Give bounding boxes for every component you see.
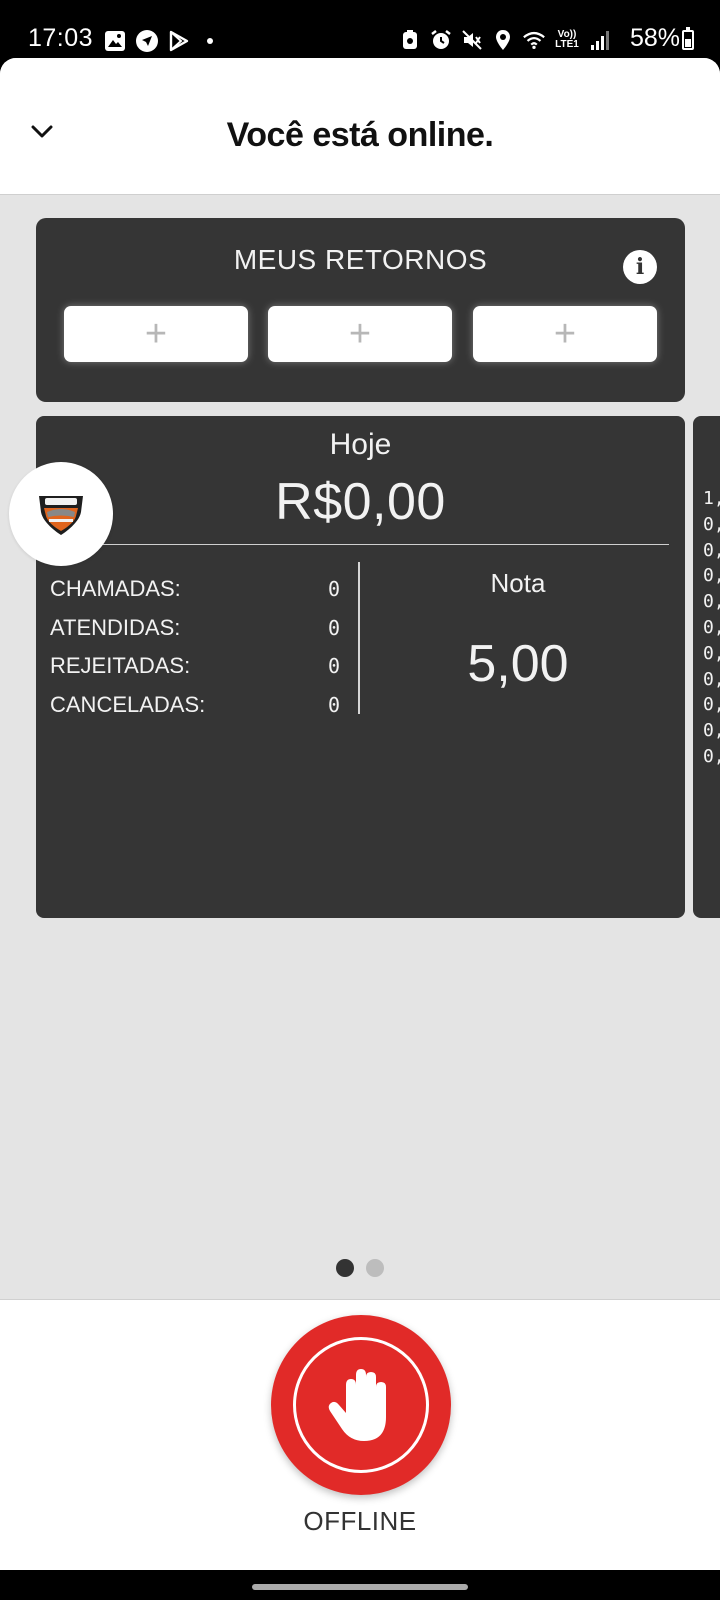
status-system-icons: Vo)) LTE1 xyxy=(398,28,612,52)
stat-value: 0 xyxy=(327,577,340,602)
return-slot-3[interactable]: + xyxy=(473,306,657,362)
page-dot-2[interactable] xyxy=(366,1259,384,1277)
plus-icon: + xyxy=(144,313,168,355)
stat-value: 0 xyxy=(327,654,340,679)
next-card-value: 0, xyxy=(703,642,720,664)
location-icon xyxy=(491,28,515,52)
mute-icon xyxy=(460,28,484,52)
next-card-value: 0, xyxy=(703,591,720,613)
alarm-icon xyxy=(429,28,453,52)
next-card-value: 0, xyxy=(703,565,720,587)
next-summary-card[interactable]: 1, 0, 0, 0, 0, 0, 0, 0, 0, 0, 0, xyxy=(693,416,720,918)
my-returns-title: MEUS RETORNOS xyxy=(233,244,488,275)
battery-percent: 58% xyxy=(629,24,680,52)
stat-row-attended: ATENDIDAS: 0 xyxy=(50,609,340,648)
status-time: 17:03 xyxy=(28,24,94,52)
nova-shield-logo-icon xyxy=(39,496,83,535)
next-card-value: 0, xyxy=(703,720,720,742)
hand-stop-icon xyxy=(328,1369,386,1441)
vertical-divider xyxy=(358,562,360,714)
button-ring xyxy=(293,1337,429,1473)
plus-icon: + xyxy=(348,313,372,355)
home-gesture-bar[interactable] xyxy=(252,1584,468,1590)
stat-label: CHAMADAS: xyxy=(50,576,181,602)
stat-label: CANCELADAS: xyxy=(50,691,206,717)
next-card-value: 0, xyxy=(703,694,720,716)
go-offline-button[interactable] xyxy=(271,1315,451,1495)
next-card-value: 1, xyxy=(703,488,720,509)
today-earnings: R$0,00 xyxy=(275,473,446,531)
stat-value: 0 xyxy=(327,692,340,717)
info-icon: i xyxy=(635,254,645,280)
my-returns-card: MEUS RETORNOS i + + + xyxy=(36,218,685,402)
stat-row-calls: CHAMADAS: 0 xyxy=(50,570,340,609)
plus-icon: + xyxy=(553,313,577,355)
offline-label: OFFLINE xyxy=(303,1506,417,1536)
battery-icon xyxy=(682,27,694,50)
bottom-panel: OFFLINE xyxy=(0,1299,720,1570)
signal-icon xyxy=(588,28,612,52)
stat-row-cancelled: CANCELADAS: 0 xyxy=(50,686,340,725)
wifi-icon xyxy=(522,28,546,52)
play-store-icon xyxy=(167,29,191,53)
next-card-value: 0, xyxy=(703,668,720,690)
status-bar: 17:03 Vo)) LTE1 58% xyxy=(0,0,720,58)
navigation-icon xyxy=(135,29,159,53)
rating-value: 5,00 xyxy=(467,635,569,693)
gallery-icon xyxy=(103,29,127,53)
company-logo xyxy=(9,462,113,566)
page-indicator xyxy=(0,1259,720,1277)
today-label: Hoje xyxy=(329,428,392,461)
system-nav-bar xyxy=(0,1570,720,1600)
next-card-value: 0, xyxy=(703,513,720,535)
divider xyxy=(48,544,669,545)
lte-label: LTE1 xyxy=(555,39,579,50)
next-card-value: 0, xyxy=(703,539,720,561)
page-title: Você está online. xyxy=(226,116,494,154)
next-card-value: 0, xyxy=(703,745,720,767)
info-button[interactable]: i xyxy=(623,250,657,284)
stat-row-rejected: REJEITADAS: 0 xyxy=(50,647,340,686)
app-sheet: Você está online. MEUS RETORNOS i + + + … xyxy=(0,58,720,1570)
next-card-values: 1, 0, 0, 0, 0, 0, 0, 0, 0, 0, 0, xyxy=(703,486,720,770)
rating-label: Nota xyxy=(490,568,546,598)
more-notifications-dot xyxy=(207,38,213,44)
page-dot-1[interactable] xyxy=(336,1259,354,1277)
header: Você está online. xyxy=(0,58,720,195)
battery-saver-icon xyxy=(398,28,422,52)
status-notification-icons xyxy=(103,29,213,53)
stat-value: 0 xyxy=(327,615,340,640)
return-slot-2[interactable]: + xyxy=(268,306,452,362)
return-slot-1[interactable]: + xyxy=(64,306,248,362)
volte-lte-indicator: Vo)) LTE1 xyxy=(553,28,581,52)
stats-list: CHAMADAS: 0 ATENDIDAS: 0 REJEITADAS: 0 C… xyxy=(50,570,340,724)
stat-label: REJEITADAS: xyxy=(50,653,191,679)
today-summary-card[interactable]: Hoje R$0,00 CHAMADAS: 0 ATENDIDAS: 0 REJ… xyxy=(36,416,685,918)
stat-label: ATENDIDAS: xyxy=(50,614,181,640)
next-card-value: 0, xyxy=(703,616,720,638)
